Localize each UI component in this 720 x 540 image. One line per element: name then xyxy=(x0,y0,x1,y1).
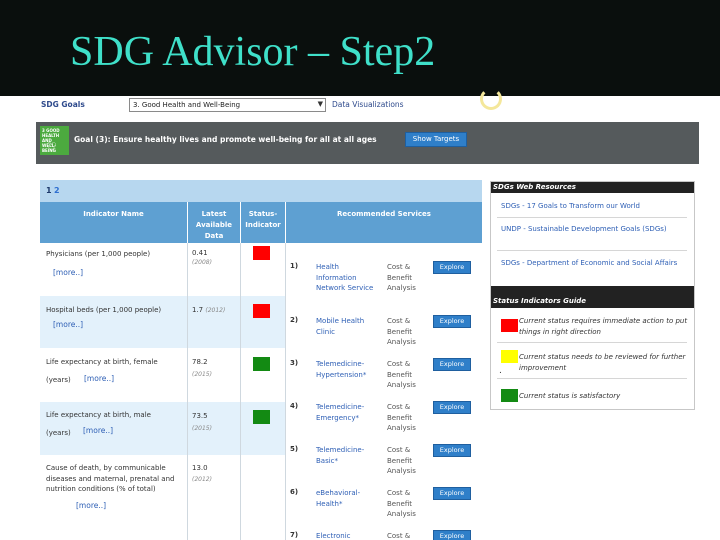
data-visualizations-link[interactable]: Data Visualizations xyxy=(332,100,404,109)
slide-title: SDG Advisor – Step2 xyxy=(70,29,436,75)
header-status-indicator: Status-Indicator xyxy=(241,202,286,243)
sdg-goal-3-icon: 3 GOOD HEALTH AND WELL-BEING ♡ xyxy=(40,126,69,155)
status-swatch-green xyxy=(501,389,518,402)
page-link-2[interactable]: 2 xyxy=(54,186,60,195)
status-swatch-red xyxy=(501,319,518,332)
latest-value: 78.2 (2015) xyxy=(192,358,212,378)
goal-title: Goal (3): Ensure healthy lives and promo… xyxy=(74,135,377,144)
status-swatch-yellow xyxy=(501,350,518,363)
header-indicator-name: Indicator Name xyxy=(40,202,188,243)
explore-button[interactable]: Explore xyxy=(433,261,471,274)
service-item: 7) Electronic Cost & Explore xyxy=(286,524,482,540)
cost-benefit-link[interactable]: Cost & xyxy=(387,531,427,540)
indicator-name: Life expectancy at birth, female xyxy=(46,358,158,366)
service-item: 4) Telemedicine-Emergency* Cost & Benefi… xyxy=(286,395,482,438)
explore-button[interactable]: Explore xyxy=(433,487,471,500)
cost-benefit-link[interactable]: Cost & Benefit Analysis xyxy=(387,402,427,434)
sdg-goals-label: SDG Goals xyxy=(41,100,85,109)
stray-dot: . xyxy=(499,366,502,376)
explore-button[interactable]: Explore xyxy=(433,315,471,328)
status-guide-text: Current status requires immediate action… xyxy=(519,317,688,336)
more-link[interactable]: [more..] xyxy=(76,501,106,510)
chevron-down-icon: ▼ xyxy=(317,100,323,108)
cost-benefit-link[interactable]: Cost & Benefit Analysis xyxy=(387,262,427,294)
status-indicator xyxy=(253,246,270,260)
heartbeat-icon: ♡ xyxy=(46,140,57,154)
service-number: 4) xyxy=(290,402,299,410)
service-number: 2) xyxy=(290,316,299,324)
service-item: 5) Telemedicine-Basic* Cost & Benefit An… xyxy=(286,438,482,481)
cost-benefit-link[interactable]: Cost & Benefit Analysis xyxy=(387,445,427,477)
indicator-unit: (years) xyxy=(46,429,71,437)
divider xyxy=(497,217,687,218)
latest-year: (2015) xyxy=(192,371,212,378)
service-name-link[interactable]: eBehavioral-Health* xyxy=(316,488,378,509)
service-name-link[interactable]: Mobile Health Clinic xyxy=(316,316,378,337)
resource-link[interactable]: SDGs - Department of Economic and Social… xyxy=(501,258,687,268)
resource-link[interactable]: SDGs - 17 Goals to Transform our World xyxy=(501,201,687,211)
status-guide-text: Current status needs to be reviewed for … xyxy=(519,353,686,372)
latest-year: (2015) xyxy=(192,425,212,432)
divider xyxy=(497,342,687,343)
divider xyxy=(497,378,687,379)
cost-benefit-link[interactable]: Cost & Benefit Analysis xyxy=(387,359,427,391)
header-latest-data: Latest Available Data xyxy=(188,202,241,243)
show-targets-button[interactable]: Show Targets xyxy=(405,132,467,147)
latest-value: 73.5 (2015) xyxy=(192,412,212,432)
more-link[interactable]: [more..] xyxy=(53,268,83,277)
service-name-link[interactable]: Telemedicine-Basic* xyxy=(316,445,378,466)
table-header: Indicator Name Latest Available Data Sta… xyxy=(40,202,482,243)
latest-year: (2008) xyxy=(192,259,212,266)
service-item: 3) Telemedicine-Hypertension* Cost & Ben… xyxy=(286,352,482,395)
web-resources-heading: SDGs Web Resources xyxy=(491,182,694,193)
status-indicator xyxy=(253,357,270,371)
service-item: 2) Mobile Health Clinic Cost & Benefit A… xyxy=(286,309,482,352)
page-link-1[interactable]: 1 xyxy=(46,186,52,195)
latest-year: (2012) xyxy=(205,307,226,314)
latest-value: 1.7 (2012) xyxy=(192,306,226,314)
indicator-name: Cause of death, by communicable diseases… xyxy=(46,464,175,493)
service-name-link[interactable]: Telemedicine-Emergency* xyxy=(316,402,378,423)
indicator-table: 1 2 Indicator Name Latest Available Data… xyxy=(40,180,482,540)
service-name-link[interactable]: Health Information Network Service xyxy=(316,262,378,294)
cost-benefit-link[interactable]: Cost & Benefit Analysis xyxy=(387,316,427,348)
indicator-name: Hospital beds (per 1,000 people) xyxy=(46,306,162,314)
service-number: 1) xyxy=(290,262,299,270)
latest-value: 0.41 (2008) xyxy=(192,249,212,266)
status-guide-text: Current status is satisfactory xyxy=(519,392,621,400)
latest-year: (2012) xyxy=(192,476,212,483)
loading-spinner-icon xyxy=(480,88,502,110)
service-number: 7) xyxy=(290,531,299,539)
indicator-name: Physicians (per 1,000 people) xyxy=(46,250,151,258)
service-number: 3) xyxy=(290,359,299,367)
service-item: 6) eBehavioral-Health* Cost & Benefit An… xyxy=(286,481,482,524)
divider xyxy=(497,250,687,251)
status-indicator xyxy=(253,304,270,318)
more-link[interactable]: [more..] xyxy=(83,426,113,435)
resource-link[interactable]: UNDP - Sustainable Development Goals (SD… xyxy=(501,224,687,234)
status-guide-heading: Status Indicators Guide xyxy=(491,286,694,308)
service-name-link[interactable]: Telemedicine-Hypertension* xyxy=(316,359,378,380)
goal-select-value: 3. Good Health and Well-Being xyxy=(133,101,241,109)
explore-button[interactable]: Explore xyxy=(433,401,471,414)
resources-panel: SDGs Web Resources SDGs - 17 Goals to Tr… xyxy=(490,181,695,410)
service-name-link[interactable]: Electronic xyxy=(316,531,378,540)
cost-benefit-link[interactable]: Cost & Benefit Analysis xyxy=(387,488,427,520)
header-recommended-services: Recommended Services xyxy=(337,210,431,218)
indicator-unit: (years) xyxy=(46,376,71,384)
indicator-name: Life expectancy at birth, male xyxy=(46,411,151,419)
explore-button[interactable]: Explore xyxy=(433,530,471,540)
explore-button[interactable]: Explore xyxy=(433,444,471,457)
goal-select[interactable]: 3. Good Health and Well-Being ▼ xyxy=(129,98,326,112)
service-number: 6) xyxy=(290,488,299,496)
more-link[interactable]: [more..] xyxy=(84,374,114,383)
status-indicator xyxy=(253,410,270,424)
service-number: 5) xyxy=(290,445,299,453)
pagination: 1 2 xyxy=(40,180,482,202)
more-link[interactable]: [more..] xyxy=(53,320,83,329)
explore-button[interactable]: Explore xyxy=(433,358,471,371)
service-item: 1) Health Information Network Service Co… xyxy=(286,255,482,298)
latest-value: 13.0 (2012) xyxy=(192,464,212,483)
